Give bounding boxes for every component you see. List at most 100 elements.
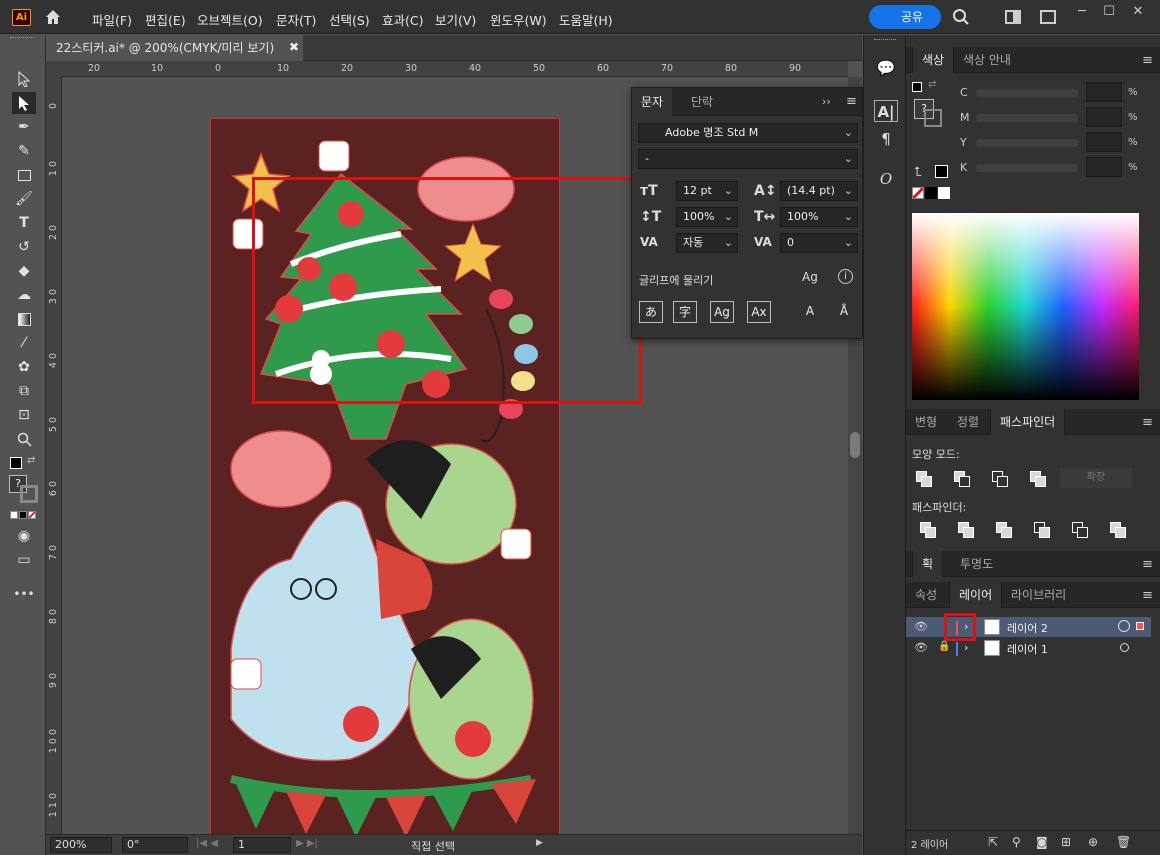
artboard-number-field[interactable]: 1 (233, 837, 291, 853)
tracking-field[interactable]: 0 ⌄ (780, 233, 858, 253)
rotate-tool-icon[interactable]: ↺ (12, 236, 36, 258)
swap-colors-icon[interactable]: ⇄ (27, 455, 35, 466)
black-slider[interactable] (976, 164, 1078, 172)
horizontal-ruler[interactable]: 20 10 0 10 20 30 40 50 60 70 80 90 (62, 61, 848, 77)
pathfinder-panel-menu-icon[interactable]: ≡ (1142, 415, 1153, 430)
dock-handle[interactable] (874, 39, 896, 43)
gradient-tool-icon[interactable] (12, 308, 36, 330)
merge-icon[interactable] (994, 521, 1016, 539)
tab-stroke[interactable]: 획 (912, 551, 944, 577)
trim-icon[interactable] (956, 521, 978, 539)
out-of-gamut-icon[interactable]: ⮤ (914, 165, 922, 180)
magenta-slider[interactable] (976, 114, 1078, 122)
first-artboard-icon[interactable]: |◀ ◀ (196, 838, 218, 849)
mini-default-colors-icon[interactable] (912, 82, 922, 92)
crop-icon[interactable] (1032, 521, 1054, 539)
color-mode-icon[interactable] (10, 511, 18, 519)
visibility-eye-icon[interactable]: 👁 (914, 641, 928, 654)
white-quick-swatch[interactable] (938, 187, 950, 199)
vertical-scale-field[interactable]: 100% ⌄ (676, 207, 738, 227)
visibility-eye-icon[interactable]: 👁 (914, 620, 928, 633)
unite-icon[interactable] (914, 470, 936, 488)
export-icon[interactable]: ⇱ (988, 835, 998, 849)
magenta-value-field[interactable] (1086, 107, 1122, 127)
document-tab[interactable]: 22스티커.ai* @ 200%(CMYK/미리 보기) (46, 35, 303, 61)
artboard-tool-icon[interactable]: ⊡ (12, 404, 36, 426)
expand-layer-icon[interactable]: › (964, 641, 968, 654)
menu-help[interactable]: 도움말(H) (559, 10, 613, 29)
glyph-snap-anchor-button[interactable]: Å (832, 301, 856, 323)
maximize-button[interactable]: ☐ (1098, 3, 1120, 21)
gradient-mode-icon[interactable] (19, 511, 27, 519)
target-icon[interactable] (1118, 620, 1130, 632)
rectangle-tool-icon[interactable] (12, 164, 36, 186)
minimize-button[interactable]: ─ (1071, 3, 1093, 21)
eraser-tool-icon[interactable]: ◆ (12, 260, 36, 282)
paragraph-panel-icon[interactable]: ¶ (874, 128, 898, 150)
panel-menu-icon[interactable]: ≡ (846, 94, 857, 109)
color-stroke-swatch[interactable] (924, 109, 942, 127)
glyph-icon[interactable]: Ag (802, 270, 818, 284)
glyph-snap-baseline-button[interactable]: あ (639, 301, 663, 323)
zoom-tool-icon[interactable] (12, 428, 36, 450)
eyedropper-tool-icon[interactable]: ⁄ (12, 332, 36, 354)
ruler-origin[interactable] (46, 61, 62, 77)
workspace-icon[interactable] (1040, 10, 1056, 24)
menu-object[interactable]: 오브젝트(O) (197, 10, 263, 29)
tab-color-guide[interactable]: 색상 안내 (954, 47, 1020, 73)
draw-mode-icon[interactable]: ◉ (12, 525, 36, 547)
lock-icon[interactable]: 🔒 (938, 641, 950, 652)
expand-button[interactable]: 확장 (1060, 468, 1132, 488)
glyph-snap-xheight-button[interactable]: 字 (673, 301, 697, 323)
curvature-tool-icon[interactable]: ✎ (12, 140, 36, 162)
divide-icon[interactable] (918, 521, 940, 539)
glyph-snap-proximity-button[interactable]: Ax (747, 301, 771, 323)
delete-layer-icon[interactable]: 🗑 (1116, 835, 1131, 849)
edit-toolbar-icon[interactable]: ••• (12, 583, 36, 605)
layer-row-2[interactable]: 👁 › 레이어 2 (906, 613, 1151, 641)
layers-panel-menu-icon[interactable]: ≡ (1142, 588, 1153, 603)
yellow-slider[interactable] (976, 139, 1078, 147)
warp-tool-icon[interactable]: ☁ (12, 284, 36, 306)
kerning-field[interactable]: 자동 ⌄ (676, 233, 738, 253)
comments-icon[interactable]: 💬 (874, 57, 898, 79)
black-swatch[interactable] (935, 165, 948, 178)
layer-name[interactable]: 레이어 1 (1007, 641, 1048, 657)
toolbar-collapse-handle[interactable] (10, 37, 34, 41)
home-icon[interactable] (43, 7, 63, 27)
paintbrush-tool-icon[interactable]: 🖌 (12, 188, 36, 210)
selection-tool-icon[interactable] (12, 68, 36, 90)
menu-file[interactable]: 파일(F) (92, 10, 132, 29)
vertical-ruler[interactable]: 0 1 0 2 0 3 0 4 0 5 0 6 0 7 0 8 0 9 0 1 … (46, 77, 62, 834)
stroke-panel-menu-icon[interactable]: ≡ (1142, 557, 1153, 572)
exclude-icon[interactable] (1028, 470, 1050, 488)
screen-mode-icon[interactable]: ▭ (12, 549, 36, 571)
intersect-icon[interactable] (990, 470, 1012, 488)
tab-properties[interactable]: 속성 (906, 582, 946, 608)
tab-paragraph[interactable]: 단락 (682, 88, 722, 116)
font-family-dropdown[interactable]: Adobe 명조 Std M ⌄ (638, 123, 858, 143)
font-style-dropdown[interactable]: - ⌄ (638, 149, 858, 169)
tab-layers[interactable]: 레이어 (949, 582, 1003, 608)
selected-art-indicator[interactable] (1136, 622, 1144, 630)
share-button[interactable]: 공유 (869, 5, 941, 29)
scrollbar-thumb[interactable] (850, 432, 860, 458)
tab-pathfinder[interactable]: 패스파인더 (990, 409, 1066, 435)
menu-select[interactable]: 선택(S) (329, 10, 370, 29)
new-sublayer-icon[interactable]: ⊞ (1061, 835, 1071, 849)
tab-character[interactable]: 문자 (632, 88, 673, 116)
none-mode-icon[interactable] (28, 511, 36, 519)
layer-row-1[interactable]: 👁 🔒 › 레이어 1 (906, 638, 1151, 658)
target-icon[interactable] (1120, 643, 1129, 652)
horizontal-scale-field[interactable]: 100% ⌄ (780, 207, 858, 227)
cyan-value-field[interactable] (1086, 82, 1122, 102)
shape-builder-tool-icon[interactable]: ⧉ (12, 380, 36, 402)
tab-color[interactable]: 색상 (912, 47, 955, 73)
menu-effect[interactable]: 효과(C) (382, 10, 423, 29)
character-panel-icon[interactable]: A| (874, 100, 898, 122)
mini-swap-icon[interactable]: ⇄ (928, 79, 936, 90)
default-colors-icon[interactable] (10, 457, 22, 469)
type-tool-icon[interactable]: T (12, 212, 36, 234)
black-quick-swatch[interactable] (925, 187, 937, 199)
close-tab-icon[interactable]: ✖ (289, 40, 299, 54)
